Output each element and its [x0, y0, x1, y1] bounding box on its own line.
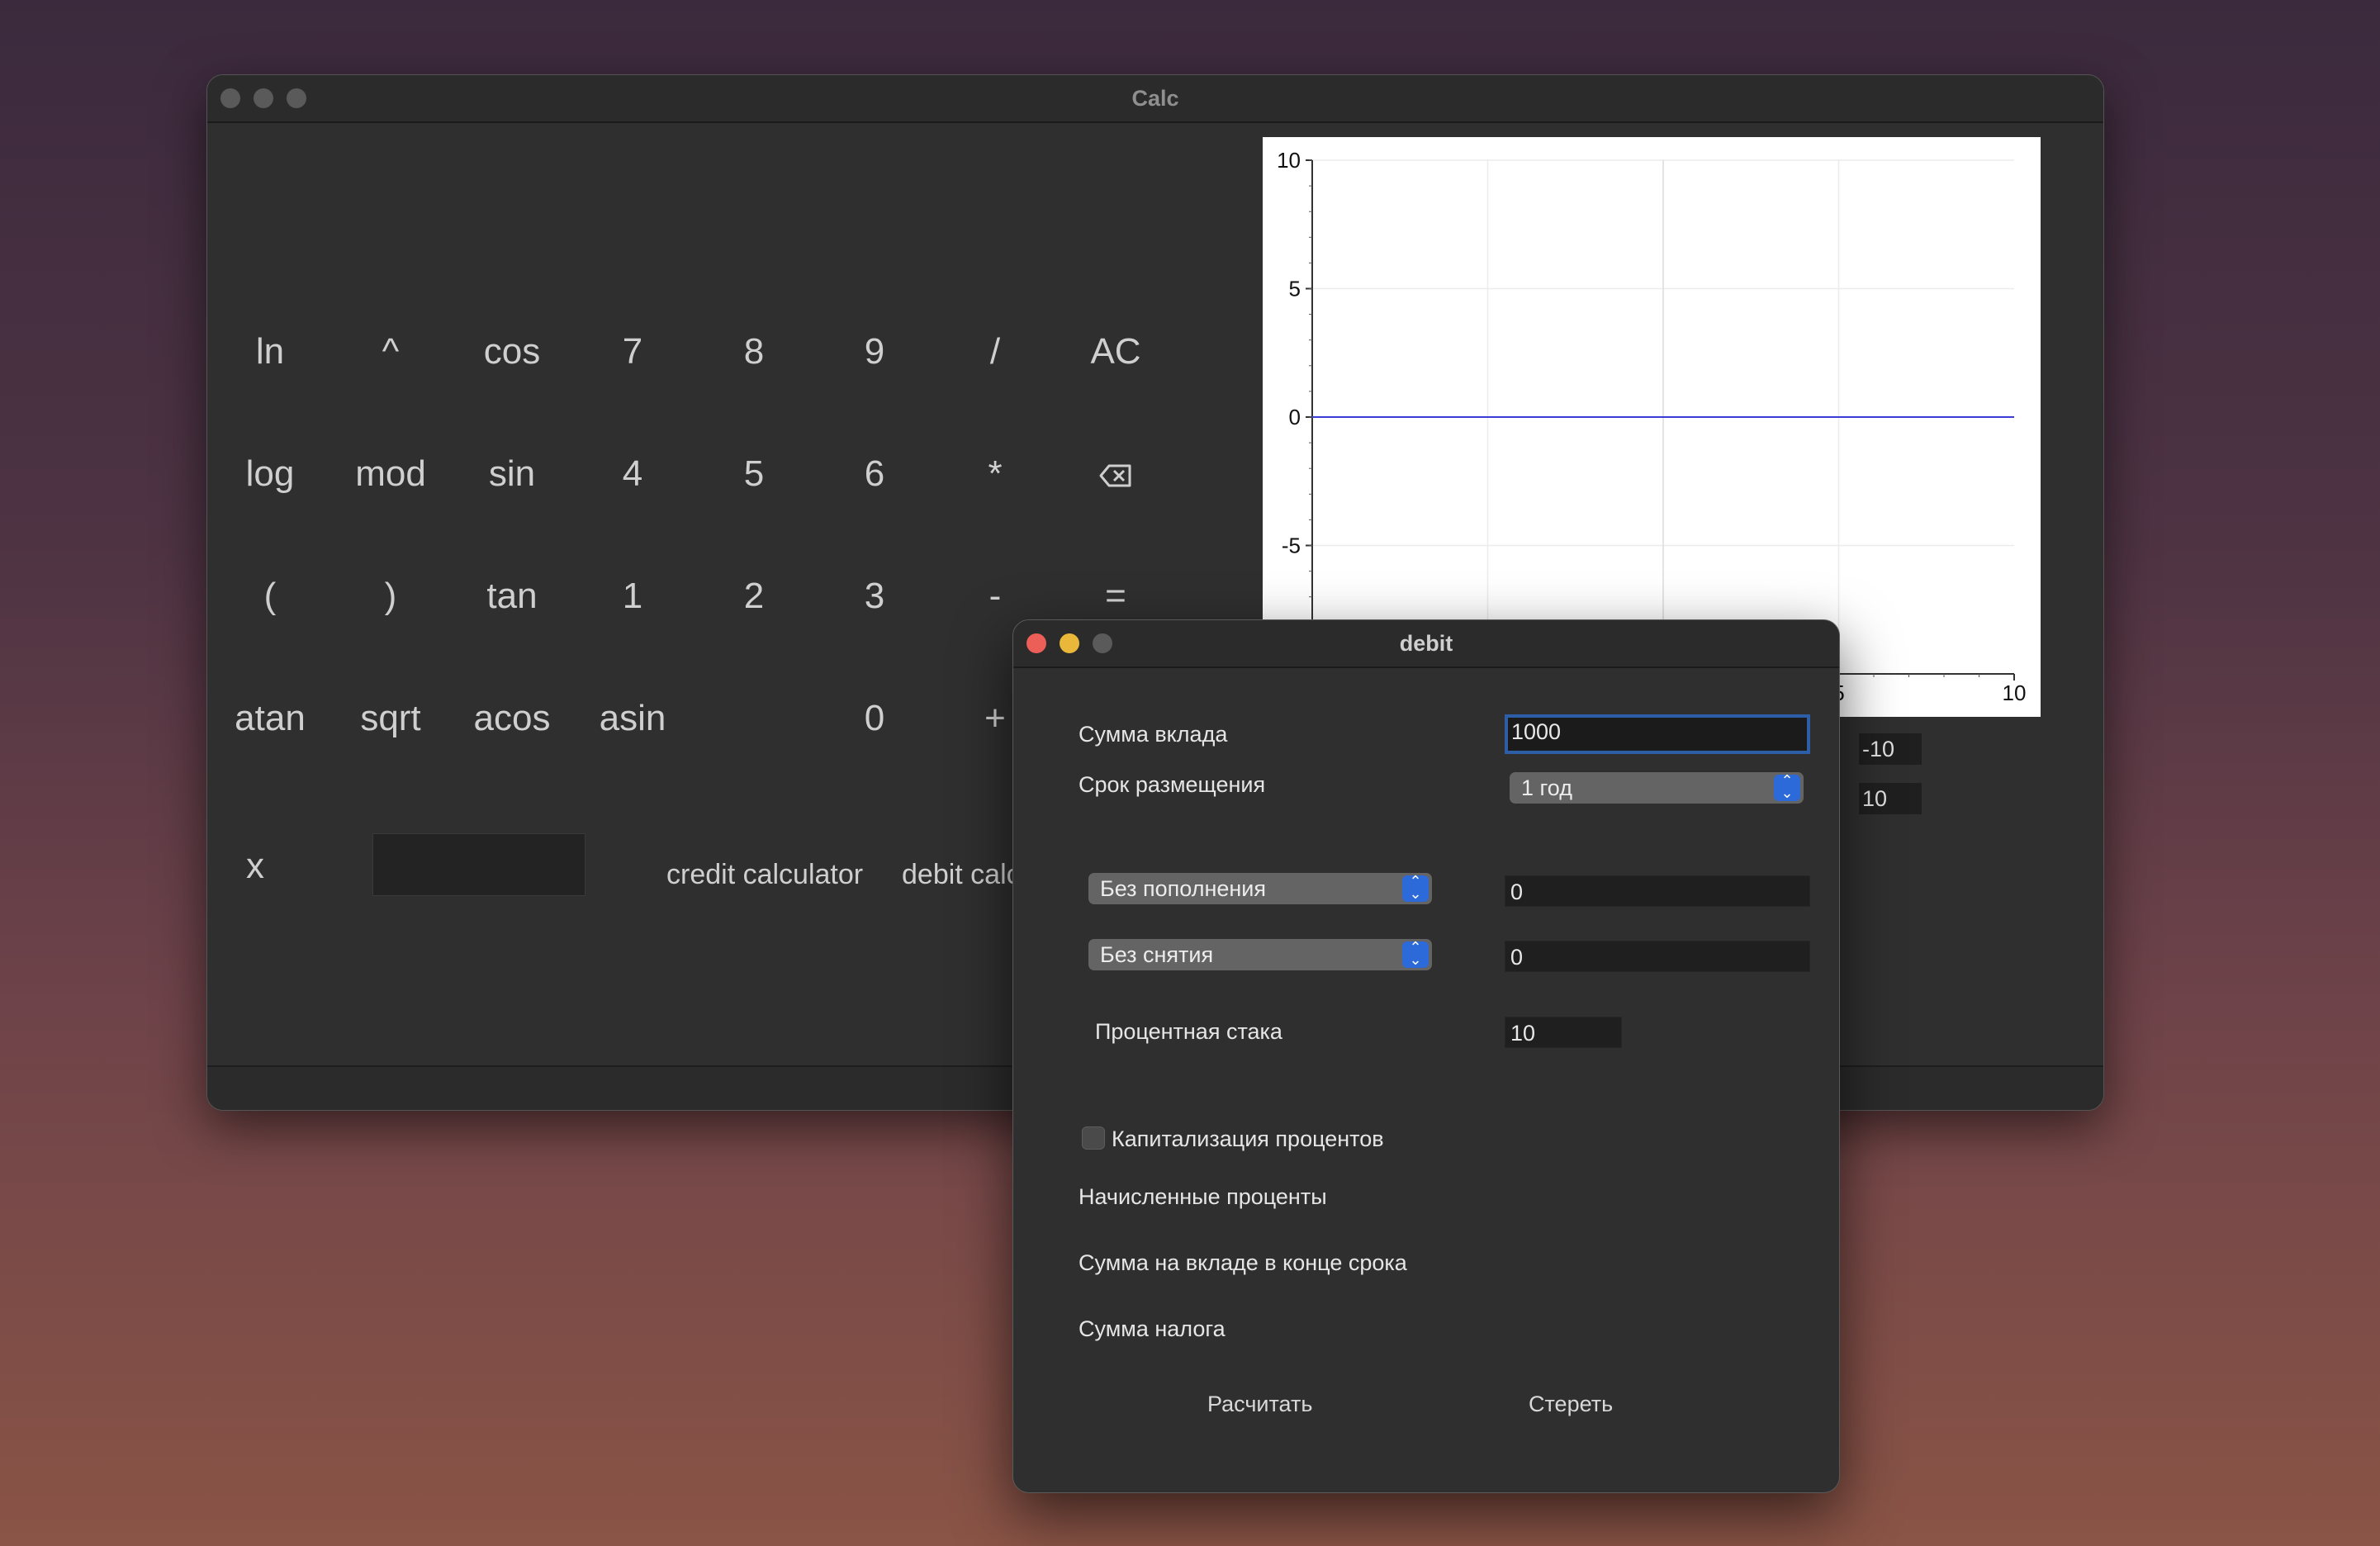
sqrt-button[interactable]: sqrt [333, 685, 448, 752]
digit-0-button[interactable]: 0 [817, 685, 932, 752]
multiply-button[interactable]: * [937, 441, 1053, 507]
interest-rate-label: Процентная стака [1095, 1019, 1282, 1044]
log-button[interactable]: log [212, 441, 328, 507]
chevron-updown-icon: ⌃ ⌄ [1774, 773, 1800, 801]
debit-window: debit Сумма вклада 1000 Срок размещения … [1012, 619, 1840, 1493]
digit-2-button[interactable]: 2 [696, 563, 812, 629]
x-value-input[interactable] [372, 833, 586, 896]
calc-titlebar[interactable]: Calc [207, 75, 2103, 123]
digit-9-button[interactable]: 9 [817, 319, 932, 385]
chevron-updown-icon: ⌃ ⌄ [1402, 940, 1429, 968]
cos-button[interactable]: cos [454, 319, 570, 385]
y-tick-label: 10 [1277, 148, 1301, 173]
replenish-amount-input[interactable]: 0 [1505, 875, 1810, 907]
withdraw-mode-select[interactable]: Без снятия ⌃ ⌄ [1088, 939, 1432, 970]
backspace-icon [1099, 464, 1131, 487]
digit-8-button[interactable]: 8 [696, 319, 812, 385]
debit-titlebar[interactable]: debit [1013, 620, 1839, 668]
x-variable-button[interactable]: x [207, 833, 313, 899]
capitalization-label: Капитализация процентов [1112, 1126, 1384, 1151]
final-sum-label: Сумма на вкладе в конце срока [1079, 1250, 1407, 1275]
term-select[interactable]: 1 год ⌃ ⌄ [1510, 772, 1804, 804]
chevron-updown-icon: ⌃ ⌄ [1402, 874, 1429, 902]
backspace-button[interactable] [1058, 441, 1173, 507]
mod-button[interactable]: mod [333, 441, 448, 507]
clear-button[interactable]: Стереть [1529, 1389, 1613, 1419]
digit-3-button[interactable]: 3 [817, 563, 932, 629]
x-max-input[interactable]: 10 [1859, 783, 1922, 814]
digit-1-button[interactable]: 1 [575, 563, 690, 629]
deposit-amount-input[interactable]: 1000 [1505, 714, 1810, 754]
digit-7-button[interactable]: 7 [575, 319, 690, 385]
capitalization-checkbox[interactable] [1082, 1126, 1105, 1150]
calc-window-title: Calc [1131, 86, 1179, 111]
sin-button[interactable]: sin [454, 441, 570, 507]
replenish-mode-value: Без пополнения [1100, 876, 1266, 901]
debit-window-title: debit [1399, 631, 1453, 656]
x-min-input[interactable]: -10 [1859, 733, 1922, 765]
digit-5-button[interactable]: 5 [696, 441, 812, 507]
asin-button[interactable]: asin [575, 685, 690, 752]
replenish-mode-select[interactable]: Без пополнения ⌃ ⌄ [1088, 873, 1432, 904]
y-tick-label: -5 [1282, 534, 1301, 558]
right-paren-button[interactable]: ) [333, 563, 448, 629]
y-tick-label: 5 [1289, 277, 1301, 301]
interest-rate-input[interactable]: 10 [1505, 1017, 1622, 1048]
tax-amount-label: Сумма налога [1079, 1316, 1226, 1341]
ln-button[interactable]: ln [212, 319, 328, 385]
term-label: Срок размещения [1079, 772, 1266, 797]
left-paren-button[interactable]: ( [212, 563, 328, 629]
divide-button[interactable]: / [937, 319, 1053, 385]
withdraw-mode-value: Без снятия [1100, 942, 1214, 967]
power-button[interactable]: ^ [333, 319, 448, 385]
deposit-amount-label: Сумма вклада [1079, 722, 1228, 747]
acos-button[interactable]: acos [454, 685, 570, 752]
x-tick-label: 10 [2003, 681, 2027, 705]
all-clear-button[interactable]: AC [1058, 319, 1173, 385]
digit-4-button[interactable]: 4 [575, 441, 690, 507]
digit-6-button[interactable]: 6 [817, 441, 932, 507]
calculate-button[interactable]: Расчитать [1207, 1389, 1312, 1419]
term-select-value: 1 год [1521, 775, 1572, 800]
credit-calculator-button[interactable]: credit calculator [666, 854, 863, 895]
accrued-interest-label: Начисленные проценты [1079, 1184, 1327, 1209]
debit-calculator-button[interactable]: debit calc [902, 854, 1021, 895]
y-tick-label: 0 [1289, 405, 1301, 429]
tan-button[interactable]: tan [454, 563, 570, 629]
atan-button[interactable]: atan [212, 685, 328, 752]
withdraw-amount-input[interactable]: 0 [1505, 941, 1810, 972]
